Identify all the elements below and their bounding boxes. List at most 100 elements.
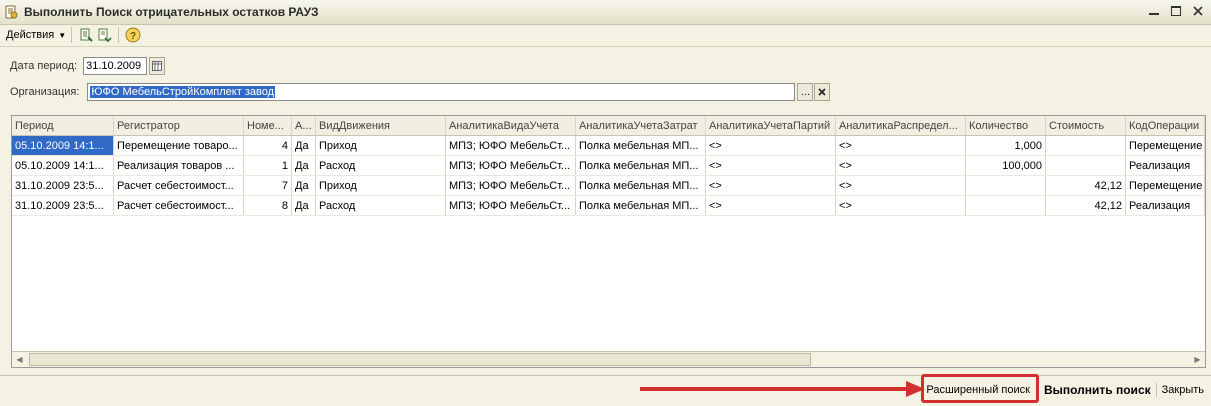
organization-value: ЮФО МебельСтройКомплект завод xyxy=(90,86,276,98)
column-header[interactable]: АналитикаРаспредел... xyxy=(836,116,966,135)
table-cell: Полка мебельная МП... xyxy=(576,176,706,195)
window-title: Выполнить Поиск отрицательных остатков Р… xyxy=(24,5,319,19)
table-body: 05.10.2009 14:1... Перемещение товаро... 4… xyxy=(12,136,1205,216)
table-cell xyxy=(1046,156,1126,175)
table-cell: 1,000 xyxy=(966,136,1046,155)
column-header[interactable]: Стоимость xyxy=(1046,116,1126,135)
table-cell: <> xyxy=(706,136,836,155)
export-icon[interactable] xyxy=(95,26,113,44)
table-cell: 31.10.2009 23:5... xyxy=(12,196,114,215)
table-cell: МПЗ; ЮФО МебельСт... xyxy=(446,196,576,215)
column-header[interactable]: А... xyxy=(292,116,316,135)
column-header[interactable]: КодОперации xyxy=(1126,116,1205,135)
horizontal-scrollbar[interactable]: ◀ ▶ xyxy=(12,351,1205,367)
organization-row: Организация: ЮФО МебельСтройКомплект зав… xyxy=(10,83,831,101)
table-cell: МПЗ; ЮФО МебельСт... xyxy=(446,136,576,155)
table-cell: Да xyxy=(292,136,316,155)
column-header[interactable]: АналитикаУчетаЗатрат xyxy=(576,116,706,135)
organization-field[interactable]: ЮФО МебельСтройКомплект завод xyxy=(87,83,796,101)
table-cell: Реализация xyxy=(1126,156,1205,175)
column-header[interactable]: ВидДвижения xyxy=(316,116,446,135)
column-header[interactable]: АналитикаВидаУчета xyxy=(446,116,576,135)
minimize-icon[interactable] xyxy=(1147,3,1161,19)
toolbar-divider xyxy=(118,27,120,43)
table-cell xyxy=(1046,136,1126,155)
arrow-icon xyxy=(640,381,925,397)
table-cell: Полка мебельная МП... xyxy=(576,156,706,175)
column-header[interactable]: Номе... xyxy=(244,116,292,135)
column-header[interactable]: Количество xyxy=(966,116,1046,135)
table-cell: Расход xyxy=(316,156,446,175)
table-row[interactable]: 05.10.2009 14:1... Реализация товаров ...… xyxy=(12,156,1205,176)
table-cell: 7 xyxy=(244,176,292,195)
date-row: Дата период: xyxy=(10,57,166,75)
table-cell: Полка мебельная МП... xyxy=(576,136,706,155)
table-cell: <> xyxy=(836,196,966,215)
table-cell: Расход xyxy=(316,196,446,215)
close-button[interactable]: Закрыть xyxy=(1157,384,1209,396)
table-cell: МПЗ; ЮФО МебельСт... xyxy=(446,156,576,175)
table-cell xyxy=(966,176,1046,195)
table-cell: Приход xyxy=(316,136,446,155)
table-cell: Да xyxy=(292,196,316,215)
table-cell: <> xyxy=(836,136,966,155)
table-cell: <> xyxy=(836,156,966,175)
scroll-right-icon[interactable]: ▶ xyxy=(1190,352,1205,367)
table-cell: Перемещение xyxy=(1126,176,1205,195)
table-cell: 42,12 xyxy=(1046,196,1126,215)
toolbar: Действия ▼ ? xyxy=(0,24,1211,47)
date-field[interactable] xyxy=(83,57,148,75)
calendar-icon[interactable] xyxy=(149,57,166,75)
table-cell: МПЗ; ЮФО МебельСт... xyxy=(446,176,576,195)
scrollbar-thumb[interactable] xyxy=(29,353,811,366)
table-cell: <> xyxy=(706,196,836,215)
actions-menu-button[interactable]: Действия ▼ xyxy=(6,29,66,41)
close-icon[interactable] xyxy=(1191,3,1205,19)
highlight-box xyxy=(921,374,1039,403)
organization-label: Организация: xyxy=(10,86,80,98)
table-cell: 8 xyxy=(244,196,292,215)
table-cell: 4 xyxy=(244,136,292,155)
table-cell: Перемещение xyxy=(1126,136,1205,155)
table-cell: Реализация xyxy=(1126,196,1205,215)
table-cell: 31.10.2009 23:5... xyxy=(12,176,114,195)
results-table[interactable]: Период Регистратор Номе... А... ВидДвижения А… xyxy=(11,115,1206,368)
column-header[interactable]: Период xyxy=(12,116,114,135)
table-cell: 05.10.2009 14:1... xyxy=(12,136,114,155)
maximize-icon[interactable] xyxy=(1169,3,1183,19)
table-cell: <> xyxy=(706,176,836,195)
column-header[interactable]: Регистратор xyxy=(114,116,244,135)
table-cell: Перемещение товаро... xyxy=(114,136,244,155)
chevron-down-icon: ▼ xyxy=(58,30,67,40)
scroll-left-icon[interactable]: ◀ xyxy=(12,352,27,367)
table-cell: Расчет себестоимост... xyxy=(114,176,244,195)
svg-text:?: ? xyxy=(130,31,136,42)
table-cell: 100,000 xyxy=(966,156,1046,175)
table-cell: <> xyxy=(836,176,966,195)
help-icon[interactable]: ? xyxy=(124,26,142,44)
table-cell: <> xyxy=(706,156,836,175)
clear-icon[interactable] xyxy=(814,83,831,101)
table-row[interactable]: 05.10.2009 14:1... Перемещение товаро... 4… xyxy=(12,136,1205,156)
title-bar: Выполнить Поиск отрицательных остатков Р… xyxy=(0,0,1211,25)
table-cell: Да xyxy=(292,176,316,195)
table-cell xyxy=(966,196,1046,215)
run-search-button[interactable]: Выполнить поиск xyxy=(1039,383,1156,397)
table-cell: 42,12 xyxy=(1046,176,1126,195)
toolbar-divider xyxy=(71,27,73,43)
table-header: Период Регистратор Номе... А... ВидДвижения А… xyxy=(12,116,1205,136)
table-cell: Расчет себестоимост... xyxy=(114,196,244,215)
table-cell: Реализация товаров ... xyxy=(114,156,244,175)
table-row[interactable]: 31.10.2009 23:5... Расчет себестоимост...… xyxy=(12,176,1205,196)
table-cell: Да xyxy=(292,156,316,175)
table-cell: 05.10.2009 14:1... xyxy=(12,156,114,175)
column-header[interactable]: АналитикаУчетаПартий xyxy=(706,116,836,135)
table-cell: Полка мебельная МП... xyxy=(576,196,706,215)
ellipsis-icon[interactable]: … xyxy=(797,83,814,101)
actions-label: Действия xyxy=(6,29,55,41)
table-row[interactable]: 31.10.2009 23:5... Расчет себестоимост...… xyxy=(12,196,1205,216)
refresh-icon[interactable] xyxy=(77,26,95,44)
document-icon xyxy=(4,5,18,19)
table-cell: Приход xyxy=(316,176,446,195)
table-cell: 1 xyxy=(244,156,292,175)
